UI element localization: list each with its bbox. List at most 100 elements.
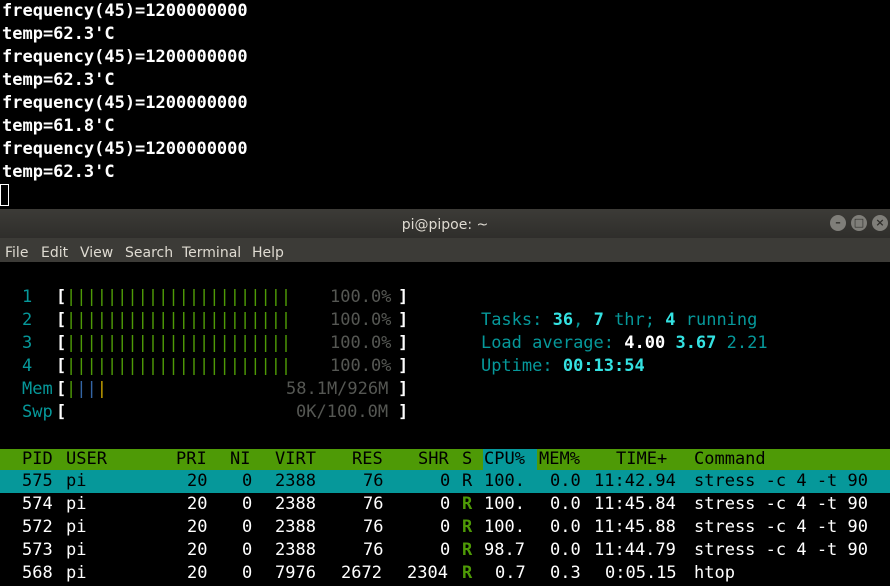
tasks-line: Tasks: 36, 7 thr; 4 running	[440, 286, 757, 330]
table-row[interactable]: 575 pi 20 0 2388 76 0 R 100. 0.0 11:42.9…	[0, 470, 890, 493]
row-pid: 568	[22, 563, 53, 583]
close-icon[interactable]: ×	[872, 215, 888, 231]
row-pid: 573	[22, 540, 53, 560]
meter-bracket: ]	[398, 379, 409, 399]
maximize-icon[interactable]: □	[851, 215, 867, 231]
cpu-bar: ||||||||||||||||||||||	[66, 287, 292, 307]
header-time[interactable]: TIME+	[616, 448, 667, 471]
row-pid: 574	[22, 494, 53, 514]
mem-label: Mem	[22, 379, 53, 399]
terminal-line: frequency(45)=1200000000	[2, 93, 248, 113]
header-user[interactable]: USER	[66, 448, 107, 471]
row-state: R	[462, 494, 473, 514]
meter-bracket: ]	[398, 287, 409, 307]
row-virt: 2388	[275, 471, 316, 491]
row-pri: 20	[187, 517, 208, 537]
meter-bracket: ]	[398, 310, 409, 330]
row-user: pi	[66, 517, 87, 537]
row-state: R	[462, 517, 473, 537]
header-ni[interactable]: NI	[230, 448, 250, 471]
cpu-number: 4	[22, 356, 33, 376]
table-row[interactable]: 574 pi 20 0 2388 76 0 R 100. 0.0 11:45.8…	[0, 493, 890, 516]
cpu-percent: 100.0%	[330, 333, 392, 353]
row-mem: 0.0	[550, 517, 581, 537]
uptime-label: Uptime:	[480, 356, 563, 376]
row-ni: 0	[242, 540, 253, 560]
row-command: htop	[694, 563, 735, 583]
row-cpu: 98.7	[484, 540, 525, 560]
meter-bracket: ]	[398, 333, 409, 353]
header-pri[interactable]: PRI	[176, 448, 207, 471]
meter-bracket: ]	[398, 402, 409, 422]
row-command: stress -c 4 -t 90	[694, 471, 868, 491]
uptime-value: 00:13:54	[562, 356, 645, 376]
terminal-line: frequency(45)=1200000000	[2, 1, 248, 21]
row-mem: 0.0	[550, 540, 581, 560]
menu-edit[interactable]: Edit	[41, 242, 68, 265]
menu-file[interactable]: File	[5, 242, 28, 265]
header-state[interactable]: S	[462, 448, 472, 471]
row-user: pi	[66, 471, 87, 491]
row-shr: 0	[440, 494, 451, 514]
cpu-number: 3	[22, 333, 33, 353]
header-shr[interactable]: SHR	[418, 448, 449, 471]
meter-bracket: [	[56, 333, 67, 353]
header-command[interactable]: Command	[694, 448, 766, 471]
menu-terminal[interactable]: Terminal	[182, 242, 241, 265]
meter-bracket: [	[56, 379, 67, 399]
process-table-header: PID USER PRI NI VIRT RES SHR S CPU% MEM%…	[0, 449, 890, 470]
header-res[interactable]: RES	[352, 448, 383, 471]
cpu-number: 1	[22, 287, 33, 307]
cpu-meter-2: 2 [ |||||||||||||||||||||| 100.0% ]	[0, 309, 408, 332]
row-command: stress -c 4 -t 90	[694, 494, 868, 514]
swp-value: 0K/100.0M	[296, 402, 389, 422]
row-cpu: 0.7	[495, 563, 526, 583]
table-row[interactable]: 572 pi 20 0 2388 76 0 R 100. 0.0 11:45.8…	[0, 516, 890, 539]
row-res: 76	[363, 517, 384, 537]
terminal-line: temp=62.3'C	[2, 24, 115, 44]
row-mem: 0.0	[550, 494, 581, 514]
row-time: 11:42.94	[594, 471, 676, 491]
meter-bracket: ]	[398, 356, 409, 376]
mem-meter: Mem [ |||| 58.1M/926M ]	[0, 378, 408, 401]
row-ni: 0	[242, 494, 253, 514]
row-res: 76	[363, 494, 384, 514]
swp-label: Swp	[22, 402, 53, 422]
menu-view[interactable]: View	[80, 242, 113, 265]
header-cpu[interactable]: CPU%	[484, 448, 525, 471]
table-row[interactable]: 573 pi 20 0 2388 76 0 R 98.7 0.0 11:44.7…	[0, 539, 890, 562]
row-ni: 0	[242, 517, 253, 537]
cpu-bar: ||||||||||||||||||||||	[66, 333, 292, 353]
terminal-line: frequency(45)=1200000000	[2, 139, 248, 159]
row-cpu: 100.	[484, 471, 525, 491]
row-shr: 0	[440, 517, 451, 537]
terminal-line: temp=62.3'C	[2, 162, 115, 182]
minimize-icon[interactable]: –	[830, 215, 846, 231]
menu-bar: File Edit View Search Terminal Help	[0, 238, 890, 262]
menu-search[interactable]: Search	[125, 242, 173, 265]
meter-bracket: [	[56, 402, 67, 422]
row-state: R	[462, 471, 473, 491]
cpu-number: 2	[22, 310, 33, 330]
header-mem[interactable]: MEM%	[539, 448, 580, 471]
mem-value: 58.1M/926M	[286, 379, 389, 399]
terminal-line: temp=62.3'C	[2, 70, 115, 90]
background-terminal: frequency(45)=1200000000 temp=62.3'C fre…	[0, 0, 890, 210]
load-15min: 2.21	[726, 333, 768, 353]
row-virt: 2388	[275, 494, 316, 514]
row-user: pi	[66, 540, 87, 560]
header-pid[interactable]: PID	[22, 448, 53, 471]
cpu-bar: ||||||||||||||||||||||	[66, 356, 292, 376]
row-mem: 0.3	[550, 563, 581, 583]
title-bar[interactable]: pi@pipoe: ~ – □ ×	[0, 209, 890, 238]
table-row[interactable]: 568 pi 20 0 7976 2672 2304 R 0.7 0.3 0:0…	[0, 562, 890, 585]
header-virt[interactable]: VIRT	[275, 448, 316, 471]
load-average-line: Load average: 4.00 3.67 2.21	[440, 309, 768, 353]
load-5min: 3.67	[675, 333, 717, 353]
swp-meter: Swp [ 0K/100.0M ]	[0, 401, 408, 424]
row-virt: 2388	[275, 517, 316, 537]
row-time: 11:44.79	[594, 540, 676, 560]
menu-help[interactable]: Help	[252, 242, 284, 265]
window-title: pi@pipoe: ~	[401, 217, 489, 233]
row-time: 11:45.88	[594, 517, 676, 537]
